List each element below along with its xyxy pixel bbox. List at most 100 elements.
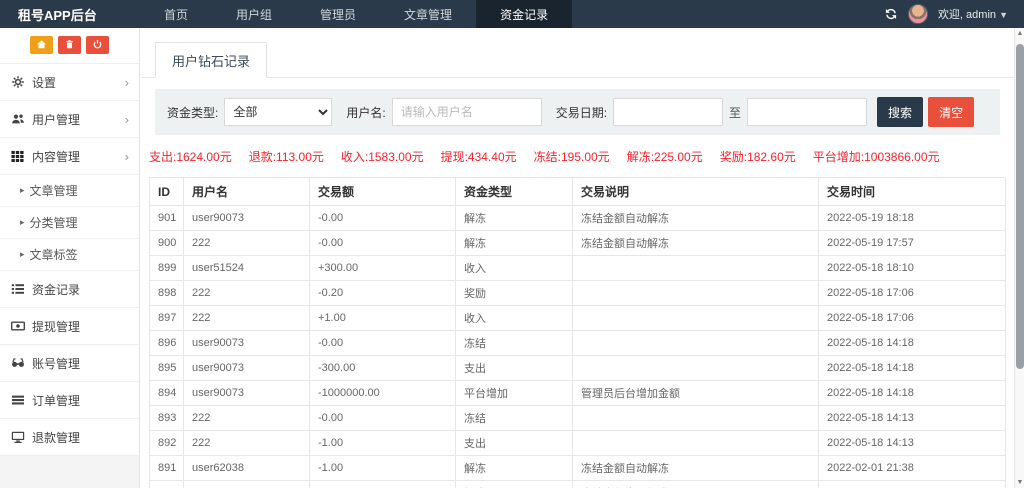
- table-cell: 管理员后台增加金额: [573, 381, 819, 406]
- table-cell: -300.00: [310, 356, 456, 381]
- table-cell: 支出: [456, 356, 573, 381]
- vertical-scrollbar[interactable]: ▲ ▼: [1014, 28, 1024, 488]
- nav-item-5[interactable]: 资金记录: [476, 0, 572, 28]
- table-cell: 奖励: [456, 281, 573, 306]
- clear-button[interactable]: 清空: [928, 97, 974, 127]
- sidebar-subitem-3[interactable]: ▸ 文章标签: [0, 239, 139, 271]
- fund-type-select[interactable]: 全部: [224, 98, 332, 126]
- sidebar-item-1[interactable]: 设置›: [0, 64, 139, 101]
- summary-item-8: 平台增加:1003866.00元: [813, 148, 940, 165]
- table-row: 896user90073-0.00冻结2022-05-18 14:18: [150, 331, 1006, 356]
- table-cell: 890: [150, 481, 184, 488]
- table-cell: [573, 281, 819, 306]
- sidebar-subitem-2[interactable]: ▸分类管理: [0, 207, 139, 239]
- user-avatar[interactable]: [908, 4, 928, 24]
- nav-item-3[interactable]: 管理员: [296, 0, 380, 28]
- table-cell: 2022-05-18 14:13: [819, 406, 1006, 431]
- table-cell: 解冻: [456, 456, 573, 481]
- quick-button-power[interactable]: [86, 36, 109, 54]
- table-cell: user15008: [184, 481, 310, 488]
- table-cell: -0.00: [310, 331, 456, 356]
- table-cell: -0.00: [310, 406, 456, 431]
- sidebar-item-3[interactable]: 内容管理›: [0, 138, 139, 175]
- sidebar-item-7[interactable]: 订单管理: [0, 382, 139, 419]
- table-cell: [573, 406, 819, 431]
- table-cell: 897: [150, 306, 184, 331]
- summary-item-3: 收入:1583.00元: [341, 148, 424, 165]
- table-cell: 2022-05-18 17:06: [819, 281, 1006, 306]
- scroll-down-icon[interactable]: ▼: [1015, 479, 1024, 486]
- triangle-right-icon: ▸: [20, 217, 25, 228]
- sidebar-item-label: 用户管理: [32, 111, 80, 128]
- sidebar-subitem-1[interactable]: ▸文章管理: [0, 175, 139, 207]
- column-header-1: ID: [150, 178, 184, 206]
- sidebar-subitem-label: 文章管理: [30, 182, 78, 199]
- table-cell: 2022-05-19 18:18: [819, 206, 1006, 231]
- table-cell: +300.00: [310, 256, 456, 281]
- table-cell: user90073: [184, 356, 310, 381]
- sidebar-item-4[interactable]: 资金记录: [0, 271, 139, 308]
- tab-user-diamond-records[interactable]: 用户钻石记录: [155, 42, 267, 78]
- table-row: 901user90073-0.00解冻冻结金额自动解冻2022-05-19 18…: [150, 206, 1006, 231]
- sidebar-item-5[interactable]: 提现管理: [0, 308, 139, 345]
- table-cell: 冻结: [456, 331, 573, 356]
- username-input[interactable]: [392, 98, 542, 126]
- table-cell: 冻结金额自动解冻: [573, 481, 819, 488]
- table-cell: 冻结金额自动解冻: [573, 206, 819, 231]
- nav-item-1[interactable]: 首页: [140, 0, 212, 28]
- table-cell: [573, 431, 819, 456]
- table-cell: user90073: [184, 381, 310, 406]
- table-cell: 222: [184, 231, 310, 256]
- search-button[interactable]: 搜索: [877, 97, 923, 127]
- table-cell: 900: [150, 231, 184, 256]
- triangle-right-icon: ▸: [20, 249, 25, 260]
- summary-item-5: 冻结:195.00元: [534, 148, 610, 165]
- users-icon: [10, 112, 25, 126]
- table-cell: 222: [184, 431, 310, 456]
- date-from-input[interactable]: [613, 98, 723, 126]
- date-to-label: 至: [729, 104, 741, 121]
- refresh-icon[interactable]: [884, 7, 898, 21]
- table-cell: 2022-05-18 14:18: [819, 331, 1006, 356]
- date-to-input[interactable]: [747, 98, 867, 126]
- summary-totals: 支出:1624.00元退款:113.00元收入:1583.00元提现:434.4…: [149, 148, 1006, 165]
- table-cell: 2022-05-18 14:18: [819, 356, 1006, 381]
- quick-button-home[interactable]: [30, 36, 53, 54]
- welcome-text: 欢迎, admin: [938, 9, 996, 21]
- sidebar-item-label: 资金记录: [32, 281, 80, 298]
- table-cell: 2022-05-18 14:13: [819, 431, 1006, 456]
- table-row: 890user15008-0.00解冻冻结金额自动解冻2022-02-01 21…: [150, 481, 1006, 488]
- quick-button-trash[interactable]: [58, 36, 81, 54]
- sidebar-item-6[interactable]: 账号管理: [0, 345, 139, 382]
- table-cell: 支出: [456, 431, 573, 456]
- table-cell: [573, 331, 819, 356]
- sidebar-item-8[interactable]: 退款管理: [0, 419, 139, 456]
- main-content: 用户钻石记录 资金类型: 全部 用户名: 交易日期: 至 搜索 清空 支出:16…: [141, 28, 1014, 488]
- user-menu[interactable]: 欢迎, admin ▼: [938, 6, 1008, 22]
- sidebar-item-2[interactable]: 用户管理›: [0, 101, 139, 138]
- summary-item-2: 退款:113.00元: [249, 148, 324, 165]
- binoculars-icon: [10, 356, 25, 370]
- nav-item-4[interactable]: 文章管理: [380, 0, 476, 28]
- trade-date-label: 交易日期:: [556, 104, 607, 121]
- top-navbar: 租号APP后台 首页用户组管理员文章管理资金记录 欢迎, admin ▼: [0, 0, 1024, 28]
- table-cell: 899: [150, 256, 184, 281]
- chevron-down-icon: ▼: [999, 10, 1008, 20]
- table-cell: -1000000.00: [310, 381, 456, 406]
- table-cell: -1.00: [310, 456, 456, 481]
- table-row: 892222-1.00支出2022-05-18 14:13: [150, 431, 1006, 456]
- nav-item-2[interactable]: 用户组: [212, 0, 296, 28]
- summary-item-1: 支出:1624.00元: [149, 148, 232, 165]
- scrollbar-thumb[interactable]: [1016, 44, 1024, 369]
- money-icon: [10, 319, 25, 333]
- table-cell: 收入: [456, 256, 573, 281]
- sidebar-subitem-label: 文章标签: [30, 246, 78, 263]
- scroll-up-icon[interactable]: ▲: [1015, 30, 1024, 37]
- bars-icon: [10, 393, 25, 407]
- navbar-menu: 首页用户组管理员文章管理资金记录: [140, 0, 572, 28]
- app-title: 租号APP后台: [0, 0, 140, 28]
- table-cell: user62038: [184, 456, 310, 481]
- table-cell: 收入: [456, 306, 573, 331]
- table-cell: 891: [150, 456, 184, 481]
- table-cell: -0.20: [310, 281, 456, 306]
